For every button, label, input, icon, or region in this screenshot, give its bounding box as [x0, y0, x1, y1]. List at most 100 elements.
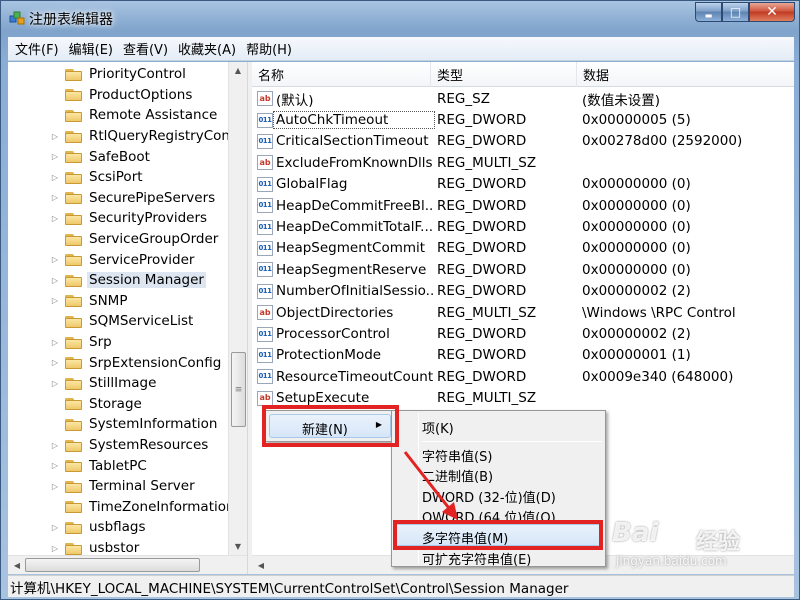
- submenu-dword-value[interactable]: DWORD (32-位)值(D): [422, 487, 556, 506]
- folder-icon: [65, 439, 82, 452]
- scroll-left-arrow-icon[interactable]: ◀: [8, 557, 26, 574]
- tree-item[interactable]: ▷ SafeBoot: [8, 146, 152, 167]
- tree-item[interactable]: ▷ SystemResources: [8, 435, 210, 456]
- binary-value-icon: 011: [257, 112, 273, 128]
- minimize-button[interactable]: ▬: [695, 2, 722, 22]
- tree-item-label: TabletPC: [89, 457, 147, 474]
- tree-hscroll-thumb[interactable]: [25, 558, 200, 572]
- tree-item-label: SNMP: [89, 292, 128, 309]
- expand-arrow-icon[interactable]: ▷: [50, 338, 60, 347]
- expand-arrow-icon[interactable]: ▷: [50, 482, 60, 491]
- tree-item[interactable]: ServiceGroupOrder: [8, 229, 220, 250]
- title-bar[interactable]: 注册表编辑器 ▬ □ ✕: [1, 1, 800, 35]
- tree-item[interactable]: ▷ SNMP: [8, 291, 129, 312]
- folder-icon: [65, 397, 82, 411]
- tree-item[interactable]: ▷ Terminal Server: [8, 476, 197, 497]
- submenu-string-value[interactable]: 字符串值(S): [422, 446, 492, 465]
- value-row[interactable]: 011 HeapSegmentCommit REG_DWORD 0x00000000 …: [252, 238, 794, 259]
- submenu-binary-value[interactable]: 二进制值(B): [422, 466, 493, 485]
- tree-item[interactable]: ProductOptions: [8, 85, 194, 106]
- tree-item[interactable]: SystemInformation: [8, 414, 220, 435]
- value-row[interactable]: ab ObjectDirectories REG_MULTI_SZ \Windows …: [252, 302, 794, 323]
- tree-item[interactable]: ▷ SrpExtensionConfig: [8, 352, 223, 373]
- tree-scroll-thumb[interactable]: ≡: [231, 352, 246, 427]
- menu-help[interactable]: 帮助(H): [241, 39, 297, 58]
- menu-file[interactable]: 文件(F): [10, 39, 64, 58]
- expand-arrow-icon[interactable]: ▷: [50, 523, 60, 532]
- tree-item[interactable]: ▷ Session Manager: [8, 270, 206, 291]
- menu-edit[interactable]: 编辑(E): [64, 39, 118, 58]
- value-type: REG_DWORD: [437, 197, 527, 214]
- expand-arrow-icon[interactable]: ▷: [50, 173, 60, 182]
- scroll-down-arrow-icon[interactable]: ▼: [229, 538, 247, 555]
- tree-item[interactable]: ▷ ScsiPort: [8, 167, 145, 188]
- value-row[interactable]: 011 ProcessorControl REG_DWORD 0x00000002 (…: [252, 323, 794, 344]
- expand-arrow-icon[interactable]: ▷: [50, 379, 60, 388]
- tree-item-label: SrpExtensionConfig: [89, 354, 222, 371]
- menu-view[interactable]: 查看(V): [118, 39, 173, 58]
- tree-item[interactable]: Remote Assistance: [8, 105, 219, 126]
- tree-item[interactable]: ▷ usbflags: [8, 517, 148, 538]
- expand-arrow-icon[interactable]: ▷: [50, 132, 60, 141]
- scroll-up-arrow-icon[interactable]: ▲: [229, 62, 247, 79]
- tree-item[interactable]: ▷ SecurePipeServers: [8, 188, 217, 209]
- value-row[interactable]: 011 ProtectionMode REG_DWORD 0x00000001 (1): [252, 345, 794, 366]
- value-row[interactable]: 011 ResourceTimeoutCount REG_DWORD 0x0009e3…: [252, 366, 794, 387]
- value-row[interactable]: 011 GlobalFlag REG_DWORD 0x00000000 (0): [252, 174, 794, 195]
- expand-arrow-icon[interactable]: ▷: [50, 276, 60, 285]
- close-button[interactable]: ✕: [749, 2, 795, 22]
- expand-arrow-icon[interactable]: ▷: [50, 441, 60, 450]
- tree-item-label: Terminal Server: [89, 478, 195, 495]
- folder-icon: [65, 356, 82, 370]
- tree-item-label: Storage: [89, 395, 142, 412]
- expand-arrow-icon[interactable]: ▷: [50, 255, 60, 264]
- value-row[interactable]: 011 CriticalSectionTimeout REG_DWORD 0x0027…: [252, 131, 794, 152]
- value-name: (默认): [276, 92, 314, 109]
- string-value-icon: ab: [257, 155, 273, 171]
- expand-arrow-icon[interactable]: ▷: [50, 544, 60, 553]
- tree-item[interactable]: TimeZoneInformation: [8, 497, 237, 518]
- maximize-button[interactable]: □: [722, 2, 749, 22]
- value-name: ProcessorControl: [276, 326, 390, 343]
- menu-favorites[interactable]: 收藏夹(A): [173, 39, 241, 58]
- tree-item[interactable]: ▷ RtlQueryRegistryConfig: [8, 126, 247, 147]
- expand-arrow-icon[interactable]: ▷: [50, 358, 60, 367]
- tree-item[interactable]: SQMServiceList: [8, 311, 195, 332]
- folder-icon: [65, 130, 82, 143]
- submenu-key[interactable]: 项(K): [422, 418, 454, 437]
- value-name: ObjectDirectories: [276, 304, 394, 321]
- value-row[interactable]: ab (默认) REG_SZ (数值未设置): [252, 88, 794, 109]
- value-name: HeapDeCommitTotalF...: [276, 219, 434, 236]
- tree-item[interactable]: ▷ ServiceProvider: [8, 249, 196, 270]
- value-row[interactable]: 011 HeapDeCommitTotalF... REG_DWORD 0x00000…: [252, 216, 794, 237]
- column-name[interactable]: 名称: [252, 62, 431, 87]
- value-data: 0x00000002 (2): [582, 283, 691, 300]
- tree-horizontal-scrollbar[interactable]: ◀: [8, 555, 247, 574]
- value-type: REG_MULTI_SZ: [437, 390, 537, 407]
- value-row[interactable]: 011 HeapDeCommitFreeBl... REG_DWORD 0x00000…: [252, 195, 794, 216]
- menu-bar: 文件(F) 编辑(E) 查看(V) 收藏夹(A) 帮助(H): [8, 37, 794, 61]
- value-name: GlobalFlag: [276, 176, 348, 193]
- tree-item[interactable]: PriorityControl: [8, 64, 188, 85]
- tree-vertical-scrollbar[interactable]: ▲ ≡ ▼: [228, 62, 247, 555]
- minimize-icon: ▬: [704, 10, 713, 20]
- expand-arrow-icon[interactable]: ▷: [50, 296, 60, 305]
- value-row[interactable]: ab ExcludeFromKnownDlls REG_MULTI_SZ: [252, 152, 794, 173]
- value-row[interactable]: 011 NumberOfInitialSessio... REG_DWORD 0x00…: [252, 281, 794, 302]
- tree-item-label: ServiceGroupOrder: [89, 231, 219, 248]
- tree-item[interactable]: ▷ TabletPC: [8, 455, 149, 476]
- submenu-expandable-string-value[interactable]: 可扩充字符串值(E): [422, 549, 531, 568]
- tree-item[interactable]: Storage: [8, 394, 144, 415]
- value-row[interactable]: 011 AutoChkTimeout REG_DWORD 0x00000005 (5): [252, 109, 794, 130]
- tree-item[interactable]: ▷ SecurityProviders: [8, 208, 209, 229]
- column-data[interactable]: 数据: [577, 62, 794, 87]
- expand-arrow-icon[interactable]: ▷: [50, 461, 60, 470]
- expand-arrow-icon[interactable]: ▷: [50, 152, 60, 161]
- values-scroll-left-arrow-icon[interactable]: ◀: [252, 557, 270, 574]
- value-row[interactable]: 011 HeapSegmentReserve REG_DWORD 0x00000000…: [252, 259, 794, 280]
- tree-item[interactable]: ▷ StillImage: [8, 373, 158, 394]
- expand-arrow-icon[interactable]: ▷: [50, 214, 60, 223]
- column-type[interactable]: 类型: [431, 62, 577, 87]
- tree-item[interactable]: ▷ Srp: [8, 332, 114, 353]
- expand-arrow-icon[interactable]: ▷: [50, 193, 60, 202]
